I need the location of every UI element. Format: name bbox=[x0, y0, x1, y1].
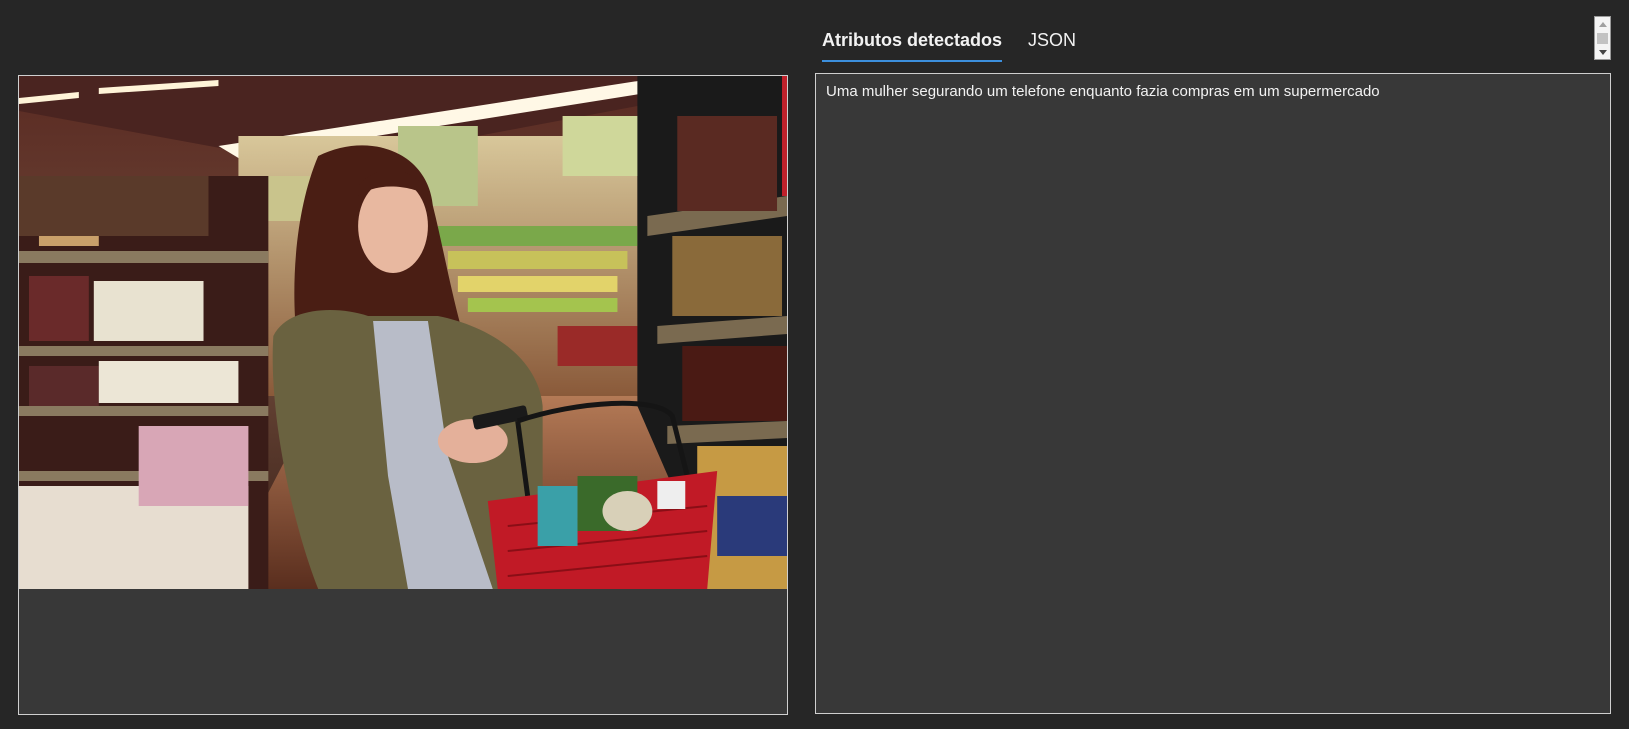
chevron-up-icon[interactable] bbox=[1595, 19, 1610, 29]
result-panel: Uma mulher segurando um telefone enquant… bbox=[815, 73, 1611, 714]
tab-atributos-detectados[interactable]: Atributos detectados bbox=[822, 28, 1003, 62]
image-preview-panel bbox=[18, 75, 788, 715]
detected-caption: Uma mulher segurando um telefone enquant… bbox=[826, 83, 1380, 100]
result-tabs: Atributos detectados JSON bbox=[822, 28, 1076, 62]
supermarket-photo bbox=[19, 76, 787, 589]
tab-json[interactable]: JSON bbox=[1028, 28, 1076, 62]
app-window: Atributos detectados JSON Uma mulher seg… bbox=[0, 0, 1629, 729]
scrollbar-thumb[interactable] bbox=[1597, 33, 1608, 44]
page-scrollbar[interactable] bbox=[1594, 16, 1611, 60]
uploaded-photo bbox=[19, 76, 787, 589]
chevron-down-icon[interactable] bbox=[1595, 47, 1610, 57]
